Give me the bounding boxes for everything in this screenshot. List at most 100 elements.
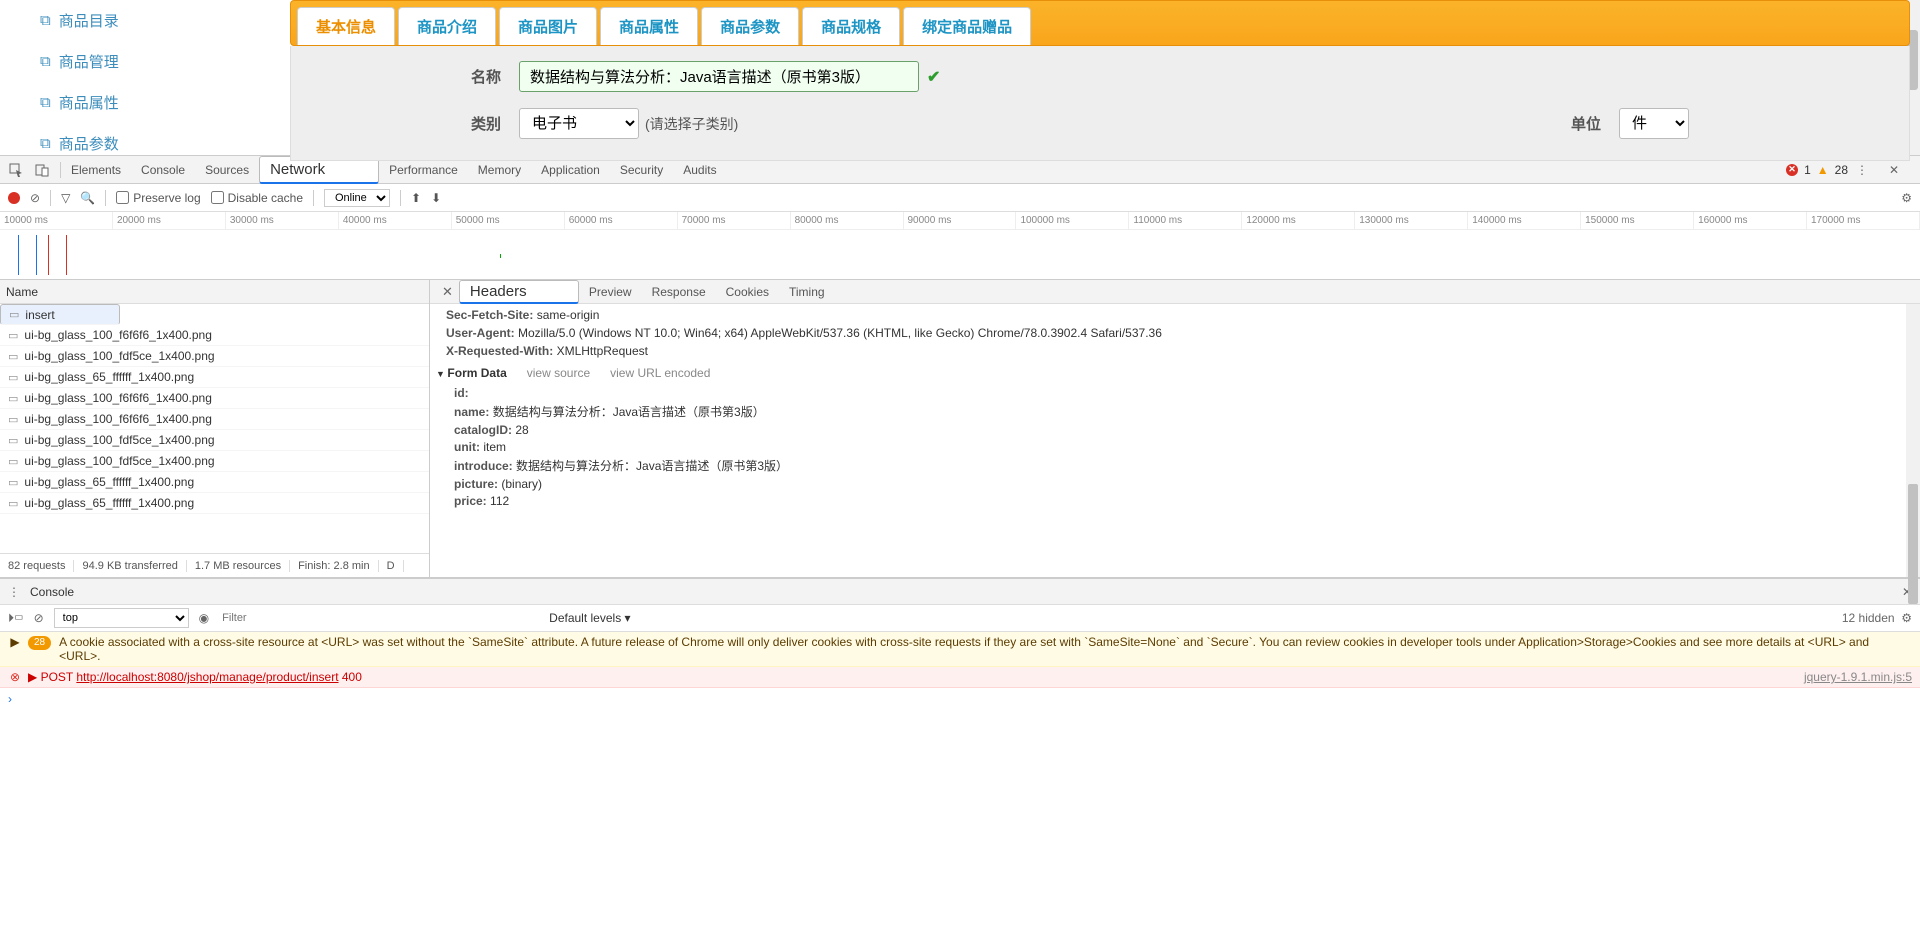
tab-cookies[interactable]: Cookies: [716, 280, 779, 304]
download-icon[interactable]: ⬇: [431, 191, 441, 205]
timeline[interactable]: 10000 ms20000 ms30000 ms40000 ms50000 ms…: [0, 212, 1920, 280]
name-input[interactable]: [519, 61, 919, 92]
tab-console[interactable]: Console: [131, 156, 195, 184]
form: 名称 ✔ 类别 电子书 (请选择子类别) 单位 件: [290, 46, 1910, 161]
tab-param[interactable]: 商品参数: [701, 7, 799, 45]
tab-sources[interactable]: Sources: [195, 156, 259, 184]
close-icon[interactable]: ✕: [1886, 162, 1902, 178]
disable-cache-checkbox[interactable]: Disable cache: [211, 191, 303, 205]
error-source[interactable]: jquery-1.9.1.min.js:5: [1804, 670, 1912, 684]
menu-icon[interactable]: ⋮: [8, 585, 20, 599]
console-warning-row[interactable]: ▶ 28 A cookie associated with a cross-si…: [0, 632, 1920, 667]
copy-icon: ⧉: [40, 135, 51, 152]
tab-spec[interactable]: 商品规格: [802, 7, 900, 45]
category-hint: (请选择子类别): [645, 114, 738, 134]
file-icon: ▭: [8, 413, 18, 426]
sidebar-item-param[interactable]: ⧉ 商品参数: [0, 123, 240, 155]
row-category: 类别 电子书 (请选择子类别) 单位 件: [421, 108, 1869, 139]
file-icon: ▭: [8, 371, 18, 384]
tab-attr[interactable]: 商品属性: [600, 7, 698, 45]
eye-icon[interactable]: ◉: [199, 611, 209, 625]
error-message: ▶ POST http://localhost:8080/jshop/manag…: [28, 670, 1794, 684]
levels-select[interactable]: Default levels ▾: [549, 611, 630, 625]
request-row[interactable]: ▭ui-bg_glass_100_f6f6f6_1x400.png: [0, 409, 429, 430]
request-rows: ▭insert ▭ui-bg_glass_100_f6f6f6_1x400.pn…: [0, 304, 429, 553]
file-icon: ▭: [8, 497, 18, 510]
timeline-ruler: 10000 ms20000 ms30000 ms40000 ms50000 ms…: [0, 212, 1920, 230]
copy-icon: ⧉: [40, 94, 51, 111]
request-row[interactable]: ▭ui-bg_glass_65_ffffff_1x400.png: [0, 493, 429, 514]
request-row[interactable]: ▭ui-bg_glass_100_fdf5ce_1x400.png: [0, 451, 429, 472]
label-unit: 单位: [1521, 113, 1601, 134]
request-row[interactable]: ▭ui-bg_glass_65_ffffff_1x400.png: [0, 472, 429, 493]
row-name: 名称 ✔: [421, 61, 1869, 92]
request-row[interactable]: ▭ui-bg_glass_100_f6f6f6_1x400.png: [0, 388, 429, 409]
filter-input[interactable]: [219, 609, 539, 628]
sidebar-item-attr[interactable]: ⧉商品属性: [0, 82, 240, 123]
expand-icon[interactable]: ▶: [8, 635, 22, 649]
detail-tabs: ✕ Headers Preview Response Cookies Timin…: [430, 280, 1920, 304]
filter-icon[interactable]: ▽: [61, 191, 70, 205]
tab-headers[interactable]: Headers: [459, 280, 579, 304]
search-icon[interactable]: 🔍: [80, 191, 95, 205]
copy-icon: ⧉: [40, 12, 51, 29]
file-icon: ▭: [9, 308, 19, 321]
menu-icon[interactable]: ⋮: [1854, 162, 1870, 178]
tab-gift[interactable]: 绑定商品赠品: [903, 7, 1031, 45]
content-area: 基本信息 商品介绍 商品图片 商品属性 商品参数 商品规格 绑定商品赠品 名称 …: [280, 0, 1920, 155]
sidebar-toggle-icon[interactable]: ⏵▭: [8, 611, 24, 626]
context-select[interactable]: top: [54, 608, 189, 628]
section-formdata[interactable]: Form Dataview sourceview URL encoded: [436, 366, 1904, 380]
label-name: 名称: [421, 66, 501, 87]
app-top-area: ⧉商品目录 ⧉商品管理 ⧉商品属性 ⧉商品参数 基本信息 商品介绍 商品图片 商…: [0, 0, 1920, 155]
tab-preview[interactable]: Preview: [579, 280, 642, 304]
console-tab[interactable]: Console: [30, 585, 74, 599]
file-icon: ▭: [8, 392, 18, 405]
sidebar: ⧉商品目录 ⧉商品管理 ⧉商品属性 ⧉商品参数: [0, 0, 240, 155]
column-name[interactable]: Name: [0, 280, 429, 304]
request-list: Name ▭insert ▭ui-bg_glass_100_f6f6f6_1x4…: [0, 280, 430, 577]
request-row[interactable]: ▭ui-bg_glass_65_ffffff_1x400.png: [0, 367, 429, 388]
clear-icon[interactable]: ⊘: [30, 191, 40, 205]
clear-icon[interactable]: ⊘: [34, 611, 44, 625]
tab-response[interactable]: Response: [642, 280, 716, 304]
record-button[interactable]: [8, 192, 20, 204]
view-source-link[interactable]: view source: [527, 366, 590, 380]
sidebar-item-catalog[interactable]: ⧉ 商品目录: [0, 0, 240, 41]
view-url-encoded-link[interactable]: view URL encoded: [610, 366, 710, 380]
sidebar-item-label: 商品参数: [59, 133, 119, 154]
close-icon[interactable]: ✕: [436, 284, 459, 300]
console-tabbar: ⋮ Console ✕: [0, 579, 1920, 605]
request-row[interactable]: ▭ui-bg_glass_100_fdf5ce_1x400.png: [0, 430, 429, 451]
upload-icon[interactable]: ⬆: [411, 191, 421, 205]
tab-elements[interactable]: Elements: [61, 156, 131, 184]
label-category: 类别: [421, 113, 501, 134]
request-row[interactable]: ▭ui-bg_glass_100_f6f6f6_1x400.png: [0, 325, 429, 346]
inspect-icon[interactable]: [8, 162, 24, 178]
file-icon: ▭: [8, 476, 18, 489]
console-error-row[interactable]: ⊗ ▶ POST http://localhost:8080/jshop/man…: [0, 667, 1920, 688]
tab-basic[interactable]: 基本信息: [297, 7, 395, 45]
sidebar-item-manage[interactable]: ⧉商品管理: [0, 41, 240, 82]
status-badges: ✕1 ▲28 ⋮ ✕: [1786, 162, 1912, 178]
file-icon: ▭: [8, 350, 18, 363]
unit-select[interactable]: 件: [1619, 108, 1689, 139]
request-row[interactable]: ▭insert: [0, 304, 120, 325]
request-row[interactable]: ▭ui-bg_glass_100_fdf5ce_1x400.png: [0, 346, 429, 367]
console-drawer: ⋮ Console ✕ ⏵▭ ⊘ top ◉ Default levels ▾ …: [0, 578, 1920, 943]
sidebar-item-label: 商品管理: [59, 51, 119, 72]
error-icon[interactable]: ✕: [1786, 164, 1798, 176]
tab-intro[interactable]: 商品介绍: [398, 7, 496, 45]
detail-scrollbar[interactable]: [1906, 304, 1920, 577]
tab-timing[interactable]: Timing: [779, 280, 835, 304]
console-prompt[interactable]: ›: [0, 688, 1920, 710]
warning-icon[interactable]: ▲: [1817, 163, 1829, 177]
sidebar-item-label: 商品目录: [59, 10, 119, 31]
error-icon: ⊗: [8, 670, 22, 684]
preserve-log-checkbox[interactable]: Preserve log: [116, 191, 200, 205]
gear-icon[interactable]: ⚙: [1901, 191, 1912, 205]
tab-image[interactable]: 商品图片: [499, 7, 597, 45]
category-select[interactable]: 电子书: [519, 108, 639, 139]
device-icon[interactable]: [34, 162, 50, 178]
throttling-select[interactable]: Online: [324, 189, 390, 207]
